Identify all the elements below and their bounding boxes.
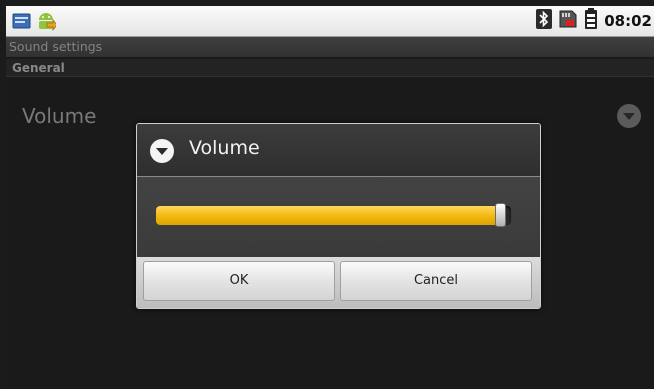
bluetooth-icon [536,9,553,33]
device-screen: 08:02 Sound settings General Volume Volu… [6,6,654,389]
status-time: 08:02 [604,12,652,30]
dialog-title: Volume [189,137,260,159]
status-right: 08:02 [536,6,654,36]
dialog-header: Volume [137,124,540,177]
volume-slider[interactable] [156,203,511,227]
chevron-down-circle-icon [149,138,175,168]
cancel-button[interactable]: Cancel [340,261,532,301]
ok-button[interactable]: OK [143,261,335,301]
android-update-icon [36,10,58,36]
sd-card-icon [558,9,578,33]
notification-icon [12,11,32,35]
volume-slider-thumb[interactable] [495,203,506,227]
status-left [12,10,58,36]
battery-icon [584,8,598,34]
dialog-button-bar: OK Cancel [137,257,540,308]
volume-slider-fill [156,206,501,225]
dialog-body [137,177,540,257]
volume-dialog: Volume OK Cancel [136,123,541,309]
status-bar: 08:02 [6,6,654,37]
